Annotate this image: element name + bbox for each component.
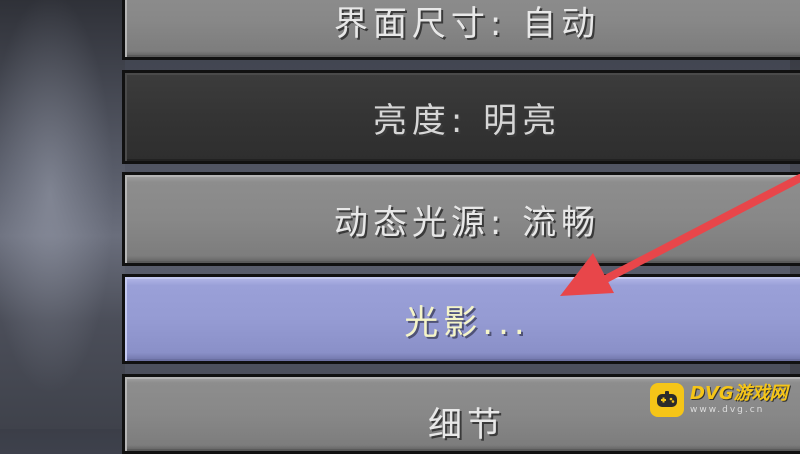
gamepad-icon — [650, 383, 684, 417]
watermark: DVG游戏网 www.dvg.cn — [650, 380, 790, 420]
background-scenery-left — [0, 0, 125, 429]
brightness-button[interactable]: 亮度: 明亮 — [122, 70, 800, 164]
watermark-url: www.dvg.cn — [690, 405, 765, 415]
brightness-label: 亮度: 明亮 — [372, 100, 562, 141]
dynamic-lights-label: 动态光源: 流畅 — [333, 202, 601, 243]
gui-scale-label: 界面尺寸: 自动 — [333, 3, 601, 44]
shaders-label: 光影... — [404, 302, 530, 343]
shaders-button[interactable]: 光影... — [122, 274, 800, 364]
watermark-brand: DVG游戏网 — [690, 383, 788, 404]
gui-scale-button[interactable]: 界面尺寸: 自动 — [122, 0, 800, 60]
details-label: 细节 — [428, 405, 506, 445]
dynamic-lights-button[interactable]: 动态光源: 流畅 — [122, 172, 800, 266]
